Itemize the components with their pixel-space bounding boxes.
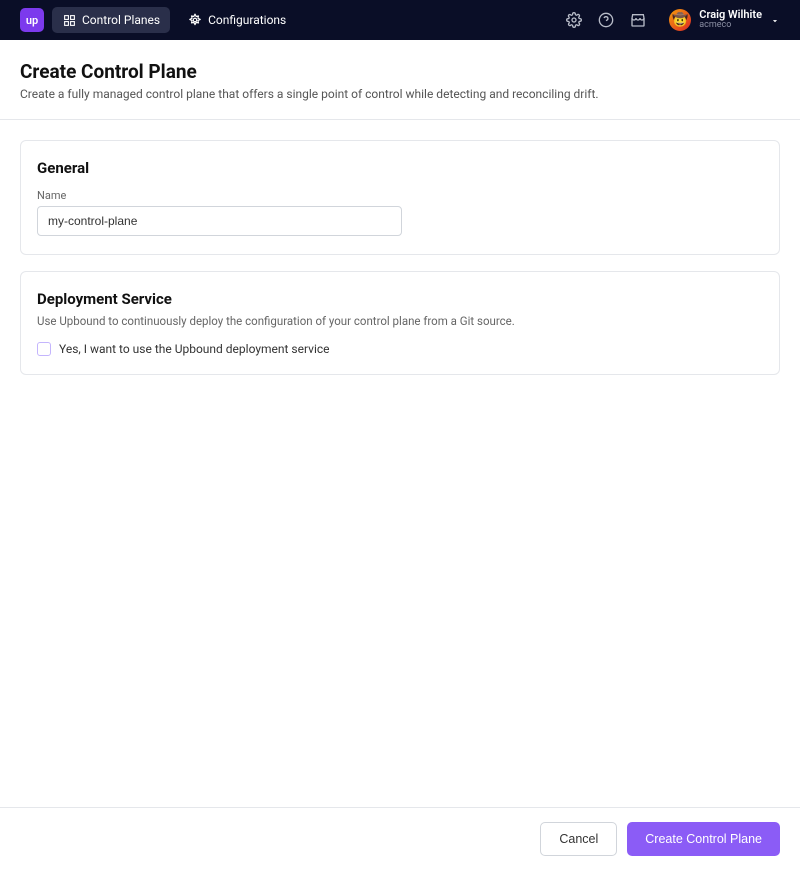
grid-icon [62,13,76,27]
user-text: Craig Wilhite acmeco [699,9,762,31]
user-menu[interactable]: 🤠 Craig Wilhite acmeco [669,9,780,31]
nav-control-planes[interactable]: Control Planes [52,7,170,33]
top-navigation: up Control Planes Configurations [0,0,800,40]
deployment-checkbox[interactable] [37,342,51,356]
logo[interactable]: up [20,8,44,32]
marketplace-icon[interactable] [629,11,647,29]
deployment-checkbox-label: Yes, I want to use the Upbound deploymen… [59,342,330,356]
page-subtitle: Create a fully managed control plane tha… [20,87,780,101]
footer-actions: Cancel Create Control Plane [0,807,800,870]
user-org: acmeco [699,21,762,31]
page-header: Create Control Plane Create a fully mana… [0,40,800,120]
topbar-right: 🤠 Craig Wilhite acmeco [565,9,780,31]
deployment-checkbox-row: Yes, I want to use the Upbound deploymen… [37,342,763,356]
deployment-description: Use Upbound to continuously deploy the c… [37,314,763,328]
topbar-left: up Control Planes Configurations [20,7,296,33]
settings-icon[interactable] [565,11,583,29]
nav-item-label: Configurations [208,13,286,27]
nav-item-label: Control Planes [82,13,160,27]
help-icon[interactable] [597,11,615,29]
create-button[interactable]: Create Control Plane [627,822,780,856]
nav-configurations[interactable]: Configurations [178,7,296,33]
section-title-general: General [37,159,763,177]
deployment-section: Deployment Service Use Upbound to contin… [20,271,780,375]
page-title: Create Control Plane [20,60,780,83]
general-section: General Name [20,140,780,255]
section-title-deployment: Deployment Service [37,290,763,308]
cancel-button[interactable]: Cancel [540,822,617,856]
chevron-down-icon [770,11,780,30]
configurations-icon [188,13,202,27]
name-label: Name [37,189,763,202]
main-content: General Name Deployment Service Use Upbo… [0,120,800,411]
name-input[interactable] [37,206,402,236]
avatar: 🤠 [669,9,691,31]
